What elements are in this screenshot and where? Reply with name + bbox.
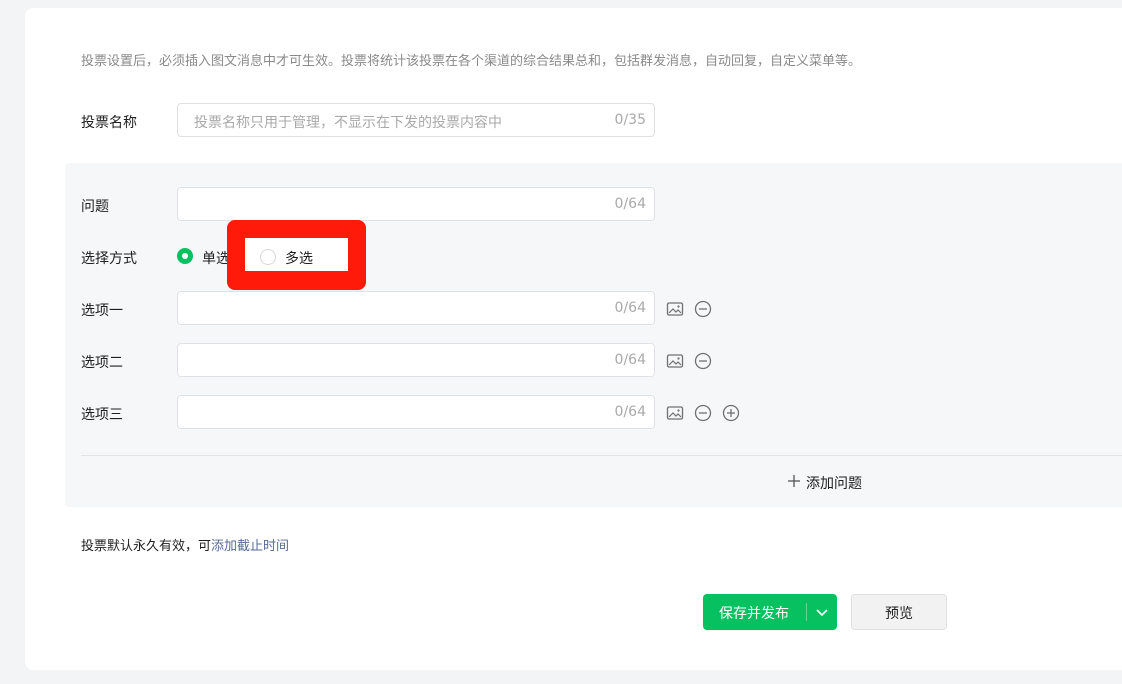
group-divider [81, 455, 1122, 456]
preview-button[interactable]: 预览 [851, 594, 947, 630]
vote-name-input[interactable]: 投票名称只用于管理，不显示在下发的投票内容中 0/35 [177, 103, 655, 137]
single-choice-label[interactable]: 单选 [202, 248, 230, 268]
selection-mode-label: 选择方式 [81, 251, 137, 267]
save-publish-button[interactable]: 保存并发布 [703, 594, 837, 630]
save-publish-label: 保存并发布 [719, 606, 789, 622]
plus-circle-icon[interactable] [722, 404, 740, 422]
question-counter: 0/64 [614, 196, 646, 212]
preview-label: 预览 [885, 606, 913, 622]
option-2-label: 选项二 [81, 355, 123, 371]
image-icon[interactable] [666, 404, 684, 422]
button-separator [806, 603, 807, 621]
vote-name-label: 投票名称 [81, 115, 137, 131]
deadline-text: 投票默认永久有效，可 [81, 539, 212, 554]
chevron-down-icon[interactable] [814, 604, 830, 620]
minus-circle-icon[interactable] [694, 404, 712, 422]
option-2-input[interactable]: 0/64 [177, 343, 655, 377]
option-3-counter: 0/64 [614, 404, 646, 420]
multiple-choice-label[interactable]: 多选 [285, 248, 313, 268]
question-label: 问题 [81, 199, 109, 215]
plus-icon[interactable] [787, 474, 801, 488]
multiple-choice-radio[interactable] [260, 249, 276, 265]
option-1-counter: 0/64 [614, 300, 646, 316]
option-3-label: 选项三 [81, 407, 123, 423]
option-1-label: 选项一 [81, 303, 123, 319]
question-input[interactable]: 0/64 [177, 187, 655, 221]
image-icon[interactable] [666, 352, 684, 370]
option-2-counter: 0/64 [614, 352, 646, 368]
add-deadline-link[interactable]: 添加截止时间 [211, 539, 289, 554]
minus-circle-icon[interactable] [694, 300, 712, 318]
image-icon[interactable] [666, 300, 684, 318]
minus-circle-icon[interactable] [694, 352, 712, 370]
single-choice-radio[interactable] [177, 248, 193, 264]
add-question-button[interactable]: 添加问题 [806, 473, 862, 493]
notice-text: 投票设置后，必须插入图文消息中才可生效。投票将统计该投票在各个渠道的综合结果总和… [81, 54, 862, 69]
vote-name-counter: 0/35 [614, 112, 646, 128]
vote-name-placeholder: 投票名称只用于管理，不显示在下发的投票内容中 [194, 115, 502, 131]
option-3-input[interactable]: 0/64 [177, 395, 655, 429]
deadline-row: 投票默认永久有效，可添加截止时间 [81, 535, 289, 554]
option-1-input[interactable]: 0/64 [177, 291, 655, 325]
